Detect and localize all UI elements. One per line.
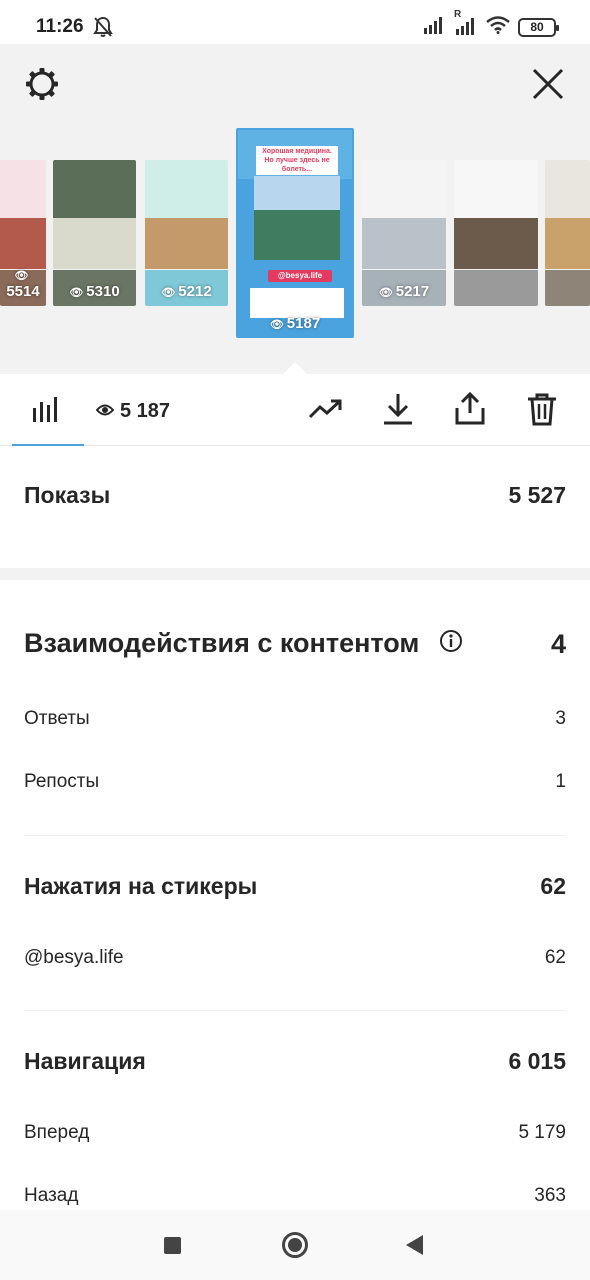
sticker-handle-value: 62 [544, 947, 566, 968]
interaction-item-row: Ответы 3 [24, 708, 566, 730]
download-icon [382, 392, 414, 431]
stats-tab[interactable] [30, 394, 66, 426]
navigation-item-row: Вперед 5 179 [24, 1122, 566, 1144]
download-button[interactable] [378, 392, 418, 430]
selected-story-pointer [283, 362, 307, 374]
navigation-item-row: Назад 363 [24, 1185, 566, 1207]
sticker-taps-row: Нажатия на стикеры 62 [24, 873, 566, 900]
impressions-row: Показы 5 527 [24, 482, 566, 509]
recents-button[interactable] [164, 1237, 181, 1254]
interaction-item-row: Репосты 1 [24, 771, 566, 793]
views-count: 5 187 [120, 399, 171, 422]
story-headline: Хорошая медицина. Но лучше здесь не боле… [256, 146, 338, 175]
story-thumbnail[interactable] [545, 160, 590, 306]
story-sticker: @besya.life [268, 270, 332, 282]
back-label: Назад [24, 1185, 79, 1206]
back-value: 363 [534, 1185, 566, 1206]
reposts-label: Репосты [24, 771, 100, 792]
bar-chart-icon [30, 397, 60, 428]
section-divider [0, 568, 590, 580]
active-tab-indicator [12, 444, 84, 446]
settings-button[interactable] [20, 64, 64, 108]
share-icon [454, 391, 486, 431]
navigation-label: Навигация [24, 1048, 146, 1074]
status-time: 11:26 [36, 16, 84, 37]
story-thumbnail[interactable]: 👁 5310 [53, 160, 136, 306]
divider [24, 1010, 566, 1011]
muted-bell-icon [93, 16, 113, 38]
interactions-value: 4 [550, 628, 566, 659]
signal-roaming-icon: R [454, 9, 478, 40]
impressions-label: Показы [24, 482, 111, 508]
share-button[interactable] [450, 391, 490, 431]
replies-value: 3 [555, 708, 566, 729]
delete-button[interactable] [522, 392, 562, 430]
story-viewer-header: 👁5514 👁 5310 👁 5212 Хорошая медицина. Но л… [0, 44, 590, 374]
home-button[interactable] [282, 1232, 308, 1258]
story-thumbnail[interactable]: 👁5514 [0, 160, 46, 306]
forward-value: 5 179 [518, 1122, 566, 1143]
replies-label: Ответы [24, 708, 90, 729]
story-thumbnail[interactable] [454, 160, 538, 306]
close-icon [531, 67, 565, 106]
divider [24, 835, 566, 836]
roaming-label: R [454, 8, 462, 20]
gear-icon [24, 66, 60, 107]
story-toolbar: 5 187 [0, 374, 590, 446]
wifi-icon [486, 15, 510, 39]
story-views: 👁5514 [6, 270, 40, 300]
interactions-label: Взаимодействия с контентом [24, 628, 420, 658]
story-thumbnail-selected[interactable]: Хорошая медицина. Но лучше здесь не боле… [236, 128, 354, 338]
eye-icon [95, 400, 115, 423]
story-views: 👁 5217 [378, 283, 430, 300]
trending-up-icon [308, 397, 344, 426]
trash-icon [526, 392, 558, 431]
system-nav-bar [0, 1210, 590, 1280]
story-views: 👁 5187 [269, 315, 321, 332]
views-tab[interactable]: 5 187 [95, 398, 171, 424]
battery-icon: 80 [518, 17, 559, 37]
close-button[interactable] [526, 64, 570, 108]
signal-icon [424, 16, 446, 39]
navigation-value: 6 015 [508, 1048, 566, 1074]
story-thumbnail[interactable]: 👁 5212 [145, 160, 228, 306]
story-views: 👁 5212 [161, 283, 212, 300]
sticker-handle-label: @besya.life [24, 947, 124, 968]
story-views: 👁 5310 [69, 283, 120, 300]
reposts-value: 1 [555, 771, 566, 792]
navigation-row: Навигация 6 015 [24, 1048, 566, 1075]
sticker-item-row: @besya.life 62 [24, 947, 566, 969]
interactions-row: Взаимодействия с контентом 4 [24, 628, 566, 660]
back-button[interactable] [406, 1235, 423, 1255]
sticker-taps-value: 62 [540, 873, 566, 899]
status-bar: 11:26 R 80 [0, 0, 590, 44]
info-icon[interactable] [439, 629, 463, 660]
forward-label: Вперед [24, 1122, 90, 1143]
sticker-taps-label: Нажатия на стикеры [24, 873, 258, 899]
story-thumbnail[interactable]: 👁 5217 [362, 160, 446, 306]
promote-button[interactable] [306, 392, 346, 430]
impressions-value: 5 527 [508, 482, 566, 508]
